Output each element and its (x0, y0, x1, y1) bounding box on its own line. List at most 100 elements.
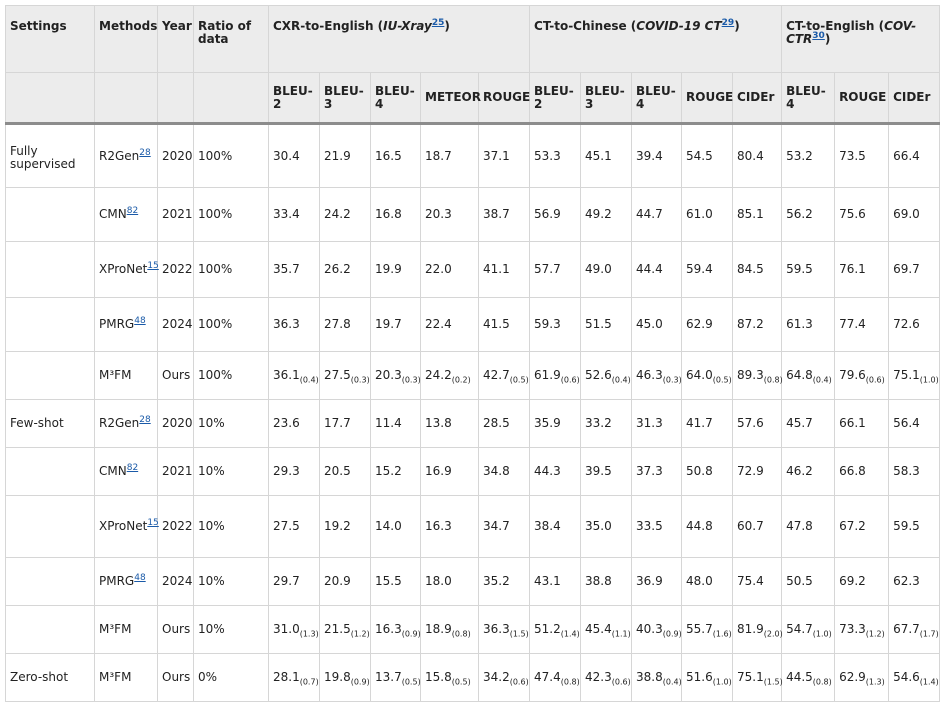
score-value: 51.2 (534, 622, 561, 636)
score-value: 34.2 (483, 670, 510, 684)
citation-link[interactable]: 29 (722, 18, 735, 28)
citation-link[interactable]: 25 (432, 18, 445, 28)
score-value: 66.8 (839, 464, 866, 478)
year-cell: 2022 (157, 495, 194, 558)
score-cell: 39.4 (631, 123, 683, 188)
score-value: 41.7 (686, 416, 713, 430)
score-cell: 57.7 (529, 241, 582, 298)
score-value: 66.4 (893, 148, 920, 163)
score-value: 53.2 (786, 148, 813, 163)
method-name: R2Gen (99, 416, 140, 430)
score-value: 54.7 (786, 622, 813, 636)
score-cell: 31.3 (631, 399, 683, 448)
citation-link[interactable]: 30 (812, 31, 825, 41)
citation-link[interactable]: 28 (139, 148, 150, 158)
header-group-ct-chinese: CT-to-Chinese (COVID-19 CT29) (529, 5, 783, 73)
score-value: 18.9 (425, 622, 452, 636)
citation-link[interactable]: 48 (134, 316, 145, 326)
score-value: 73.3 (839, 622, 866, 636)
score-value: 46.2 (786, 464, 813, 478)
score-cell: 35.9 (529, 399, 582, 448)
score-cell: 49.0 (580, 241, 633, 298)
score-value: 24.2 (324, 207, 351, 221)
score-cell: 46.3(0.3) (631, 351, 683, 400)
score-cell: 35.2 (477, 557, 531, 606)
score-value: 23.6 (273, 416, 300, 430)
score-cell: 45.0 (631, 297, 683, 352)
score-cell: 50.8 (681, 447, 734, 496)
year-cell: 2020 (157, 123, 194, 188)
score-value: 55.7 (686, 622, 713, 636)
score-std: (0.5) (509, 375, 529, 385)
score-cell: 16.3(0.9) (370, 605, 421, 654)
setting-cell: Zero-shot (5, 653, 95, 702)
citation-link[interactable]: 15 (147, 518, 158, 528)
score-value: 19.2 (324, 519, 351, 533)
score-cell: 66.8 (834, 447, 890, 496)
score-value: 16.8 (375, 207, 402, 221)
score-value: 41.5 (483, 317, 510, 331)
score-cell: 55.7(1.6) (681, 605, 734, 654)
score-value: 20.3 (375, 368, 402, 382)
score-cell: 18.9(0.8) (420, 605, 479, 654)
score-value: 14.0 (375, 519, 402, 533)
table-row: PMRG48 2024 100% 36.3 27.8 19.7 22.4 41.5 59.3 51… (5, 297, 941, 352)
method-cell: R2Gen28 (94, 123, 158, 188)
score-value: 27.8 (324, 317, 351, 331)
dataset-name: IU-Xray (383, 19, 432, 33)
score-std: (1.5) (763, 677, 783, 687)
score-value: 29.3 (273, 464, 300, 478)
method-cell: PMRG48 (94, 557, 158, 606)
score-cell: 64.8(0.4) (781, 351, 836, 400)
score-value: 87.2 (737, 317, 764, 331)
citation-link[interactable]: 82 (127, 206, 138, 216)
score-std: (0.3) (401, 375, 421, 385)
score-std: (0.8) (763, 375, 783, 385)
score-std: (1.0) (812, 629, 832, 639)
method-name: XProNet (99, 262, 148, 276)
score-cell: 56.4 (888, 399, 941, 448)
score-cell: 20.3(0.3) (370, 351, 421, 400)
header-group-ct-english: CT-to-English (COV-CTR30) (781, 5, 941, 73)
score-value: 56.9 (534, 207, 561, 221)
header-blank (5, 72, 95, 124)
score-std: (0.3) (350, 375, 370, 385)
setting-cell (5, 241, 95, 298)
score-cell: 59.5 (781, 241, 836, 298)
score-value: 69.7 (893, 262, 920, 276)
score-cell: 59.3 (529, 297, 582, 352)
table-row: M³FM Ours 100% 36.1(0.4) 27.5(0.3) 20.3(0.3) 2… (5, 351, 941, 400)
ratio-cell: 10% (193, 557, 269, 606)
metric-header: ROUGE (834, 72, 890, 124)
score-cell: 16.3 (420, 495, 479, 558)
score-value: 34.8 (483, 464, 510, 478)
score-std: (0.8) (451, 629, 471, 639)
score-value: 35.9 (534, 416, 561, 430)
score-value: 44.8 (686, 519, 713, 533)
method-name: CMN (99, 207, 127, 221)
citation-link[interactable]: 82 (127, 463, 138, 473)
score-cell: 53.3 (529, 123, 582, 188)
score-std: (1.4) (560, 629, 580, 639)
score-value: 36.9 (636, 574, 663, 588)
score-value: 59.3 (534, 317, 561, 331)
score-cell: 66.4 (888, 123, 941, 188)
ratio-cell: 100% (193, 351, 269, 400)
score-value: 77.4 (839, 317, 866, 331)
score-cell: 72.9 (732, 447, 783, 496)
score-cell: 57.6 (732, 399, 783, 448)
score-cell: 36.9 (631, 557, 683, 606)
citation-link[interactable]: 48 (134, 573, 145, 583)
score-value: 44.5 (786, 670, 813, 684)
header-blank (94, 72, 158, 124)
score-cell: 19.8(0.9) (319, 653, 371, 702)
score-value: 44.7 (636, 207, 663, 221)
citation-link[interactable]: 28 (139, 415, 150, 425)
score-cell: 21.5(1.2) (319, 605, 371, 654)
score-value: 80.4 (737, 148, 764, 163)
score-cell: 73.5 (834, 123, 890, 188)
score-std: (1.3) (299, 629, 319, 639)
score-std: (0.9) (350, 677, 370, 687)
score-std: (0.2) (451, 375, 471, 385)
citation-link[interactable]: 15 (147, 261, 158, 271)
